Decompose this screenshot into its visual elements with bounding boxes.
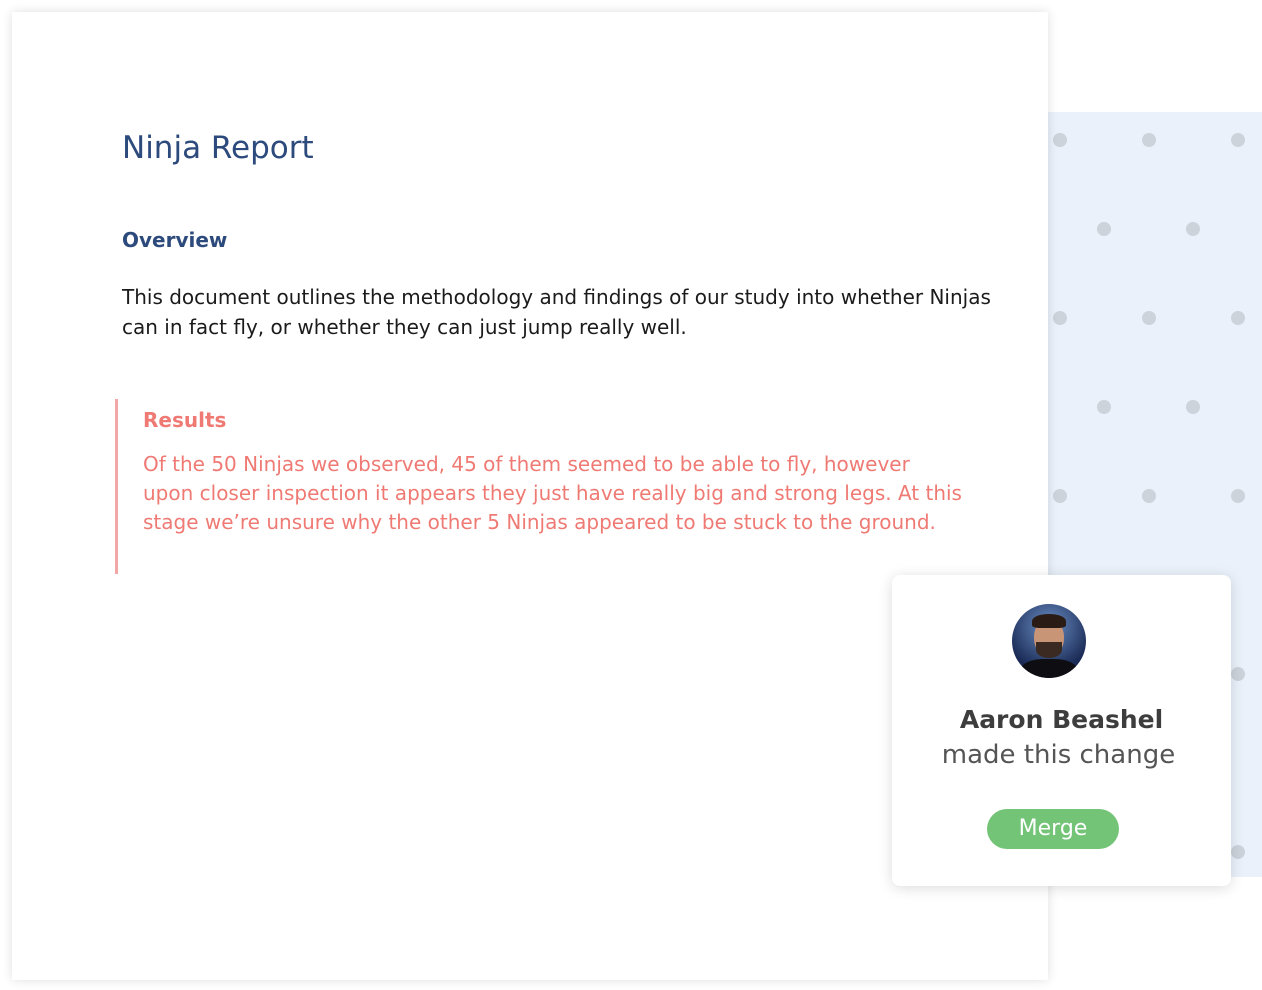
document-title: Ninja Report <box>122 130 314 166</box>
decorative-dot <box>1097 400 1111 414</box>
decorative-dot <box>1231 845 1245 859</box>
decorative-dot <box>1053 489 1067 503</box>
avatar-beard <box>1036 642 1062 658</box>
change-description: made this change <box>941 740 1176 770</box>
decorative-dot <box>1186 400 1200 414</box>
change-author-card: Aaron Beashel made this change Merge <box>892 575 1231 886</box>
overview-heading: Overview <box>122 228 228 252</box>
decorative-dot <box>1186 222 1200 236</box>
results-body: Of the 50 Ninjas we observed, 45 of them… <box>143 452 962 534</box>
user-avatar-icon <box>1012 604 1086 678</box>
merge-button[interactable]: Merge <box>987 809 1119 849</box>
avatar-body <box>1020 659 1078 678</box>
decorative-dot <box>1142 489 1156 503</box>
decorative-dot <box>1231 489 1245 503</box>
decorative-dot <box>1231 667 1245 681</box>
decorative-dot <box>1142 311 1156 325</box>
decorative-dot <box>1142 133 1156 147</box>
stage: Ninja Report Overview This document outl… <box>0 0 1262 990</box>
avatar-hair <box>1032 614 1066 628</box>
decorative-dot <box>1053 311 1067 325</box>
decorative-dot <box>1231 311 1245 325</box>
overview-body: This document outlines the methodology a… <box>122 285 991 339</box>
decorative-dot <box>1231 133 1245 147</box>
tracked-change-block[interactable]: Results Of the 50 Ninjas we observed, 45… <box>115 399 985 574</box>
author-name: Aaron Beashel <box>959 705 1164 734</box>
results-heading: Results <box>143 408 227 432</box>
decorative-dot <box>1097 222 1111 236</box>
decorative-dot <box>1053 133 1067 147</box>
